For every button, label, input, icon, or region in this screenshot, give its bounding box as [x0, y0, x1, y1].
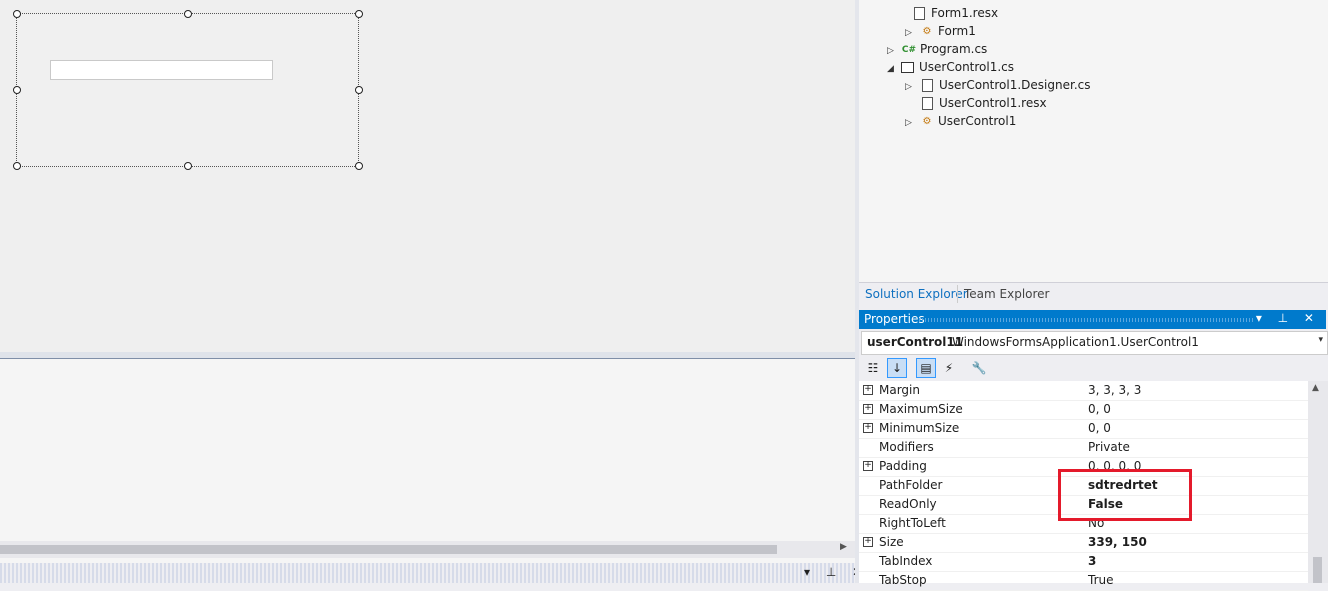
bottom-panel-titlebar	[0, 563, 855, 583]
csharp-file-icon: C#	[901, 44, 917, 55]
property-name: Margin	[879, 383, 920, 397]
property-value[interactable]: 3, 3, 3, 3	[1088, 381, 1141, 400]
tree-item-label: UserControl1.Designer.cs	[939, 78, 1091, 92]
expand-plus-icon[interactable]: +	[863, 537, 873, 547]
property-name: MaximumSize	[879, 402, 963, 416]
property-pages-icon[interactable]: 🔧	[969, 358, 989, 378]
resize-handle-ne[interactable]	[355, 10, 363, 18]
tree-item-program-cs[interactable]: ▷ C# Program.cs	[887, 40, 987, 58]
tab-solution-explorer[interactable]: Solution Explorer	[865, 287, 968, 301]
object-name: userControl11	[867, 335, 964, 349]
categorized-icon[interactable]: ☷	[863, 358, 883, 378]
property-row[interactable]: + MaximumSize 0, 0	[859, 400, 1308, 420]
designer-file-icon	[922, 79, 933, 92]
resize-handle-w[interactable]	[13, 86, 21, 94]
property-grid-scrollbar[interactable]: ▲	[1308, 381, 1328, 583]
expand-arrow-icon[interactable]: ▷	[905, 78, 919, 96]
property-name: PathFolder	[879, 478, 943, 492]
tree-item-usercontrol1-class[interactable]: ▷ ⚙ UserControl1	[905, 112, 1016, 130]
tree-item-form1[interactable]: ▷ ⚙ Form1	[905, 22, 976, 40]
property-name: ReadOnly	[879, 497, 937, 511]
properties-title: Properties	[864, 312, 925, 326]
resx-file-icon	[922, 97, 933, 110]
object-type: WindowsFormsApplication1.UserControl1	[952, 335, 1199, 349]
tab-team-explorer[interactable]: Team Explorer	[964, 287, 1050, 301]
resize-handle-s[interactable]	[184, 162, 192, 170]
tree-item-usercontrol1-resx[interactable]: UserControl1.resx	[919, 94, 1047, 112]
designer-divider	[0, 352, 855, 359]
class-icon: ⚙	[922, 115, 932, 127]
property-row[interactable]: + MinimumSize 0, 0	[859, 419, 1308, 439]
property-row[interactable]: + Margin 3, 3, 3, 3	[859, 381, 1308, 401]
tree-item-label: UserControl1.resx	[939, 96, 1047, 110]
object-selector-dropdown[interactable]: userControl11 WindowsFormsApplication1.U…	[861, 331, 1328, 355]
explorer-tab-strip: Solution Explorer Team Explorer	[859, 282, 1328, 305]
horizontal-scrollbar-thumb[interactable]	[0, 545, 777, 554]
class-icon: ⚙	[922, 25, 932, 37]
properties-window-controls[interactable]: ▾ ⊥ ✕	[1256, 311, 1320, 325]
property-name: Size	[879, 535, 904, 549]
scroll-right-arrow-icon[interactable]: ▶	[840, 542, 847, 552]
property-value[interactable]: Private	[1088, 438, 1130, 457]
property-name: Modifiers	[879, 440, 934, 454]
expand-plus-icon[interactable]: +	[863, 385, 873, 395]
events-icon[interactable]: ⚡	[939, 358, 959, 378]
tree-item-label: UserControl1.cs	[919, 60, 1015, 74]
scrollbar-thumb[interactable]	[1313, 557, 1322, 583]
resize-handle-se[interactable]	[355, 162, 363, 170]
property-value[interactable]: 0, 0	[1088, 400, 1111, 419]
property-name: TabStop	[879, 573, 927, 587]
alphabetical-icon[interactable]: ↓	[887, 358, 907, 378]
property-row[interactable]: + Size 339, 150	[859, 533, 1308, 553]
tree-item-label: Form1.resx	[931, 6, 999, 20]
property-row[interactable]: TabStop True	[859, 571, 1308, 591]
properties-icon[interactable]: ▤	[916, 358, 936, 378]
expand-plus-icon[interactable]: +	[863, 423, 873, 433]
resize-handle-nw[interactable]	[13, 10, 21, 18]
expand-arrow-icon[interactable]: ▷	[905, 114, 919, 132]
expand-plus-icon[interactable]: +	[863, 461, 873, 471]
tree-item-form1-resx[interactable]: Form1.resx	[911, 4, 998, 22]
property-value[interactable]: True	[1088, 571, 1114, 590]
tree-item-label: Form1	[938, 24, 976, 38]
property-name: RightToLeft	[879, 516, 946, 530]
solution-explorer-tree: Form1.resx ▷ ⚙ Form1 ▷ C# Program.cs ◢ UserCo…	[859, 0, 1328, 282]
collapse-arrow-icon[interactable]: ◢	[887, 60, 901, 78]
properties-titlebar: Properties ▾ ⊥ ✕	[859, 310, 1326, 329]
tree-item-label: Program.cs	[920, 42, 988, 56]
scroll-up-arrow-icon[interactable]: ▲	[1312, 383, 1319, 393]
property-name: MinimumSize	[879, 421, 960, 435]
tree-item-usercontrol1-cs[interactable]: ◢ UserControl1.cs	[887, 58, 1014, 76]
property-value[interactable]: 339, 150	[1088, 533, 1147, 552]
resx-file-icon	[914, 7, 925, 20]
highlight-annotation-box	[1058, 469, 1192, 521]
property-row[interactable]: TabIndex 3	[859, 552, 1308, 572]
chevron-down-icon[interactable]: ▾	[1318, 335, 1323, 345]
property-value[interactable]: 3	[1088, 552, 1096, 571]
tree-item-label: UserControl1	[938, 114, 1017, 128]
property-name: TabIndex	[879, 554, 933, 568]
resize-handle-sw[interactable]	[13, 162, 21, 170]
resize-handle-e[interactable]	[355, 86, 363, 94]
titlebar-grip[interactable]	[919, 318, 1254, 322]
designer-textbox[interactable]	[50, 60, 273, 80]
user-control-icon	[901, 62, 914, 73]
user-control-preview[interactable]	[13, 10, 363, 170]
property-row[interactable]: Modifiers Private	[859, 438, 1308, 458]
properties-toolbar: ☷ ↓ ▤ ⚡ 🔧	[859, 355, 1328, 381]
expand-plus-icon[interactable]: +	[863, 404, 873, 414]
tree-item-usercontrol1-designer-cs[interactable]: ▷ UserControl1.Designer.cs	[905, 76, 1091, 94]
property-value[interactable]: 0, 0	[1088, 419, 1111, 438]
tab-separator	[957, 285, 958, 303]
property-name: Padding	[879, 459, 927, 473]
resize-handle-n[interactable]	[184, 10, 192, 18]
